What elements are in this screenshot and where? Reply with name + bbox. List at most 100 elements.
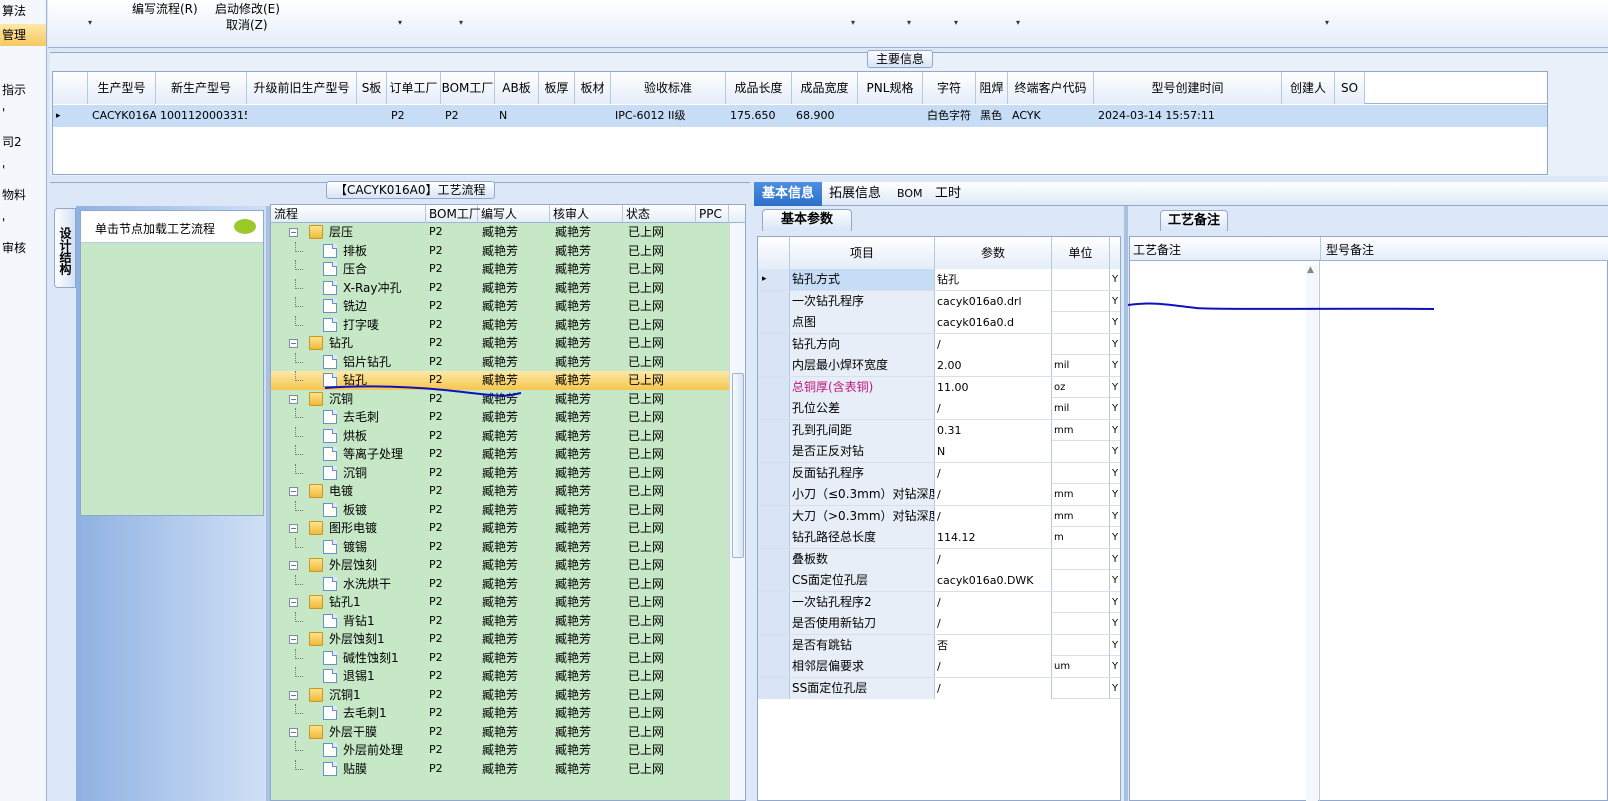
tree-row[interactable]: − 外层蚀刻 P2 臧艳芳 臧艳芳 已上网 — [271, 556, 729, 575]
table-cell[interactable] — [247, 105, 357, 127]
tree-scroll-thumb[interactable] — [732, 373, 744, 558]
param-row[interactable]: 一次钻孔程序 cacyk016a0.drl Y — [758, 290, 1120, 312]
param-row[interactable]: 总铜厚(含表铜) 11.00 oz Y — [758, 376, 1120, 398]
design-structure-tab[interactable]: 设计结构 — [54, 208, 76, 288]
column-header[interactable]: 编写人 — [478, 205, 550, 223]
column-header[interactable]: 板材 — [575, 72, 611, 104]
collapse-icon[interactable]: − — [289, 228, 298, 237]
table-cell[interactable]: IPC-6012 II级 — [611, 105, 726, 127]
tab-3[interactable]: 工时 — [927, 182, 969, 206]
param-value[interactable]: 11.00 — [935, 376, 1052, 398]
tree-row[interactable]: 压合 P2 臧艳芳 臧艳芳 已上网 — [271, 260, 729, 279]
param-value[interactable]: / — [935, 656, 1052, 677]
param-row[interactable]: 孔位公差 / mil Y — [758, 398, 1120, 420]
table-cell[interactable] — [1282, 105, 1335, 127]
table-cell[interactable]: 黑色 — [976, 105, 1008, 127]
param-value[interactable]: 钻孔 — [935, 269, 1052, 290]
collapse-icon[interactable]: − — [289, 339, 298, 348]
column-header[interactable]: SO — [1335, 72, 1365, 104]
tree-row[interactable]: 水洗烘干 P2 臧艳芳 臧艳芳 已上网 — [271, 574, 729, 594]
column-header[interactable]: 成品宽度 — [792, 72, 858, 104]
param-row[interactable]: 钻孔方向 / Y — [758, 333, 1120, 355]
param-value[interactable]: 114.12 — [935, 527, 1052, 548]
tree-row[interactable]: 等离子处理 P2 臧艳芳 臧艳芳 已上网 — [271, 445, 729, 464]
param-value[interactable]: / — [935, 462, 1052, 484]
params-title-tab[interactable]: 基本参数 — [762, 209, 852, 231]
table-cell[interactable]: N — [495, 105, 539, 127]
column-header[interactable]: 终端客户代码 — [1008, 72, 1094, 104]
collapse-icon[interactable]: − — [289, 394, 298, 404]
tree-row[interactable]: 板镀 P2 臧艳芳 臧艳芳 已上网 — [271, 500, 729, 520]
column-header[interactable]: 流程 — [271, 205, 426, 223]
chevron-down-icon[interactable]: ▾ — [459, 18, 463, 27]
tree-row[interactable]: 铣边 P2 臧艳芳 臧艳芳 已上网 — [271, 297, 729, 316]
chevron-down-icon[interactable]: ▾ — [398, 18, 402, 27]
param-row[interactable]: 反面钻孔程序 / Y — [758, 462, 1120, 484]
column-header[interactable]: 新生产型号 — [156, 72, 247, 104]
table-cell[interactable]: 68.900 — [792, 105, 858, 127]
param-value[interactable]: / — [935, 548, 1052, 570]
param-row[interactable]: CS面定位孔层 cacyk016a0.DWK Y — [758, 570, 1120, 592]
param-value[interactable]: / — [935, 677, 1052, 699]
chevron-down-icon[interactable]: ▾ — [1325, 18, 1329, 27]
param-value[interactable]: 否 — [935, 634, 1052, 656]
column-header[interactable]: 成品长度 — [726, 72, 792, 104]
remark-scrollbar[interactable]: ▲ — [1306, 265, 1318, 801]
edit-flow-menu[interactable]: 编写流程(R) — [132, 0, 198, 17]
tree-row[interactable]: 打字唛 P2 臧艳芳 臧艳芳 已上网 — [271, 315, 729, 335]
param-row[interactable]: 是否正反对钻 N Y — [758, 441, 1120, 463]
param-value[interactable]: / — [935, 484, 1052, 505]
param-row[interactable]: 小刀（≤0.3mm）对钻深度 / mm Y — [758, 484, 1120, 506]
tree-row[interactable]: 沉铜 P2 臧艳芳 臧艳芳 已上网 — [271, 463, 729, 483]
column-header[interactable]: 项目 — [790, 237, 935, 269]
chevron-down-icon[interactable]: ▾ — [954, 18, 958, 27]
nav-item[interactable]: 司2 — [0, 131, 46, 153]
collapse-icon[interactable]: − — [289, 690, 298, 700]
param-row[interactable]: 钻孔路径总长度 114.12 m Y — [758, 527, 1120, 549]
collapse-icon[interactable]: − — [289, 635, 298, 644]
nav-item[interactable]: ' — [0, 159, 46, 181]
collapse-icon[interactable]: − — [289, 561, 298, 570]
column-header[interactable]: 型号创建时间 — [1094, 72, 1282, 104]
tree-row[interactable]: 贴膜 P2 臧艳芳 臧艳芳 已上网 — [271, 759, 729, 779]
column-header[interactable]: BOM工厂 — [426, 205, 481, 223]
param-row[interactable]: 一次钻孔程序2/ Y — [758, 591, 1120, 613]
column-header[interactable]: 核审人 — [550, 205, 623, 223]
tree-row[interactable]: − 钻孔 P2 臧艳芳 臧艳芳 已上网 — [271, 334, 729, 353]
tree-row[interactable]: 去毛刺 P2 臧艳芳 臧艳芳 已上网 — [271, 408, 729, 427]
table-cell[interactable]: CACYK016A0 — [88, 105, 156, 127]
param-value[interactable]: N — [935, 441, 1052, 462]
column-header[interactable]: 参数 — [935, 237, 1052, 269]
remarks-tab[interactable]: 工艺备注 — [1160, 210, 1228, 231]
nav-item[interactable]: 管理 — [0, 24, 46, 46]
table-cell[interactable]: 2024-03-14 15:57:11 — [1094, 105, 1282, 127]
tree-row[interactable]: 镀锡 P2 臧艳芳 臧艳芳 已上网 — [271, 537, 729, 557]
tree-row[interactable]: 排板 P2 臧艳芳 臧艳芳 已上网 — [271, 241, 729, 261]
collapse-icon[interactable]: − — [289, 524, 298, 533]
start-modify-menu[interactable]: 启动修改(E) — [215, 0, 280, 17]
table-row[interactable]: ▸CACYK016A010011200033153P2P2NIPC-6012 I… — [53, 105, 1547, 127]
param-value[interactable]: 0.31 — [935, 419, 1052, 441]
column-header[interactable]: 创建人 — [1282, 72, 1335, 104]
param-row[interactable]: 是否有跳钻否 Y — [758, 634, 1120, 656]
column-header[interactable]: 阻焊 — [976, 72, 1008, 104]
tree-row[interactable]: − 沉铜1 P2 臧艳芳 臧艳芳 已上网 — [271, 686, 729, 705]
param-value[interactable]: cacyk016a0.d — [935, 312, 1052, 333]
table-cell[interactable] — [357, 105, 387, 127]
param-row[interactable]: SS面定位孔层 / Y — [758, 677, 1120, 699]
collapse-icon[interactable]: − — [289, 727, 298, 737]
tree-row[interactable]: 烘板 P2 臧艳芳 臧艳芳 已上网 — [271, 426, 729, 446]
nav-item[interactable]: 算法 — [0, 0, 46, 22]
table-cell[interactable]: 10011200033153 — [156, 105, 247, 127]
process-remark-area[interactable] — [1130, 261, 1320, 801]
table-cell[interactable]: P2 — [387, 105, 441, 127]
column-header[interactable]: 升级前旧生产型号 — [247, 72, 357, 104]
tree-row[interactable]: − 外层干膜 P2 臧艳芳 臧艳芳 已上网 — [271, 723, 729, 742]
tree-row[interactable]: − 电镀 P2 臧艳芳 臧艳芳 已上网 — [271, 482, 729, 501]
tree-row[interactable]: 退锡1 P2 臧艳芳 臧艳芳 已上网 — [271, 667, 729, 686]
column-header[interactable]: 字符 — [923, 72, 976, 104]
table-cell[interactable] — [575, 105, 611, 127]
cancel-menu[interactable]: 取消(Z) — [226, 16, 268, 33]
column-header[interactable]: 订单工厂 — [387, 72, 441, 104]
param-value[interactable]: / — [935, 505, 1052, 527]
